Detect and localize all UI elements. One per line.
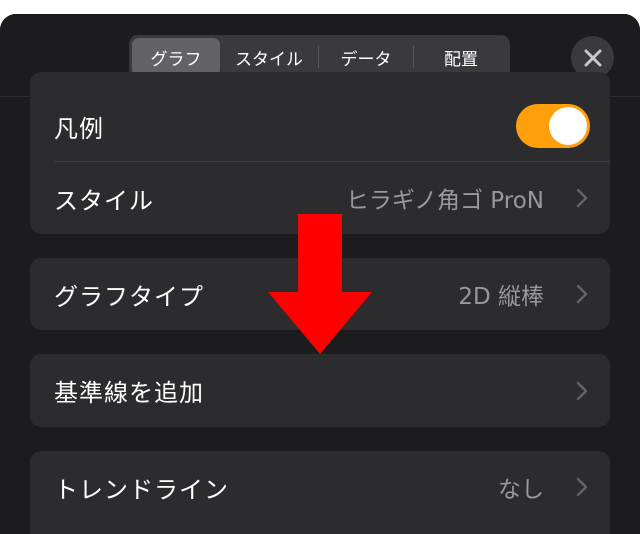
tab-data[interactable]: データ [319, 38, 413, 76]
chevron-right-icon [576, 284, 588, 304]
legend-toggle[interactable] [516, 104, 590, 148]
clipped-row-top [30, 72, 610, 90]
trendline-value: なし [498, 477, 544, 503]
legend-row: 凡例 [30, 90, 610, 162]
tab-arrange[interactable]: 配置 [414, 38, 508, 76]
add-baseline-label: 基準線を追加 [54, 379, 204, 407]
tab-style[interactable]: スタイル [220, 38, 318, 76]
chevron-right-icon [576, 188, 588, 208]
trendline-label: トレンドライン [54, 475, 229, 504]
trendline-row[interactable]: トレンドライン なし [30, 451, 610, 523]
legend-style-group: 凡例 スタイル ヒラギノ角ゴ ProN [30, 72, 610, 234]
add-baseline-row[interactable]: 基準線を追加 [30, 354, 610, 427]
style-value: ヒラギノ角ゴ ProN [345, 188, 544, 214]
chart-type-value: 2D 縦棒 [458, 284, 544, 310]
trendline-group: トレンドライン なし [30, 451, 610, 534]
add-baseline-group: 基準線を追加 [30, 354, 610, 427]
tab-graph[interactable]: グラフ [132, 38, 220, 76]
down-arrow-annotation-icon [268, 214, 372, 354]
style-label: スタイル [54, 186, 154, 215]
close-x-icon [584, 49, 601, 66]
chart-type-label: グラフタイプ [54, 282, 204, 311]
chevron-right-icon [576, 381, 588, 400]
chart-settings-panel: グラフ スタイル データ 配置 凡例 スタイル ヒラギノ角ゴ ProN グラフタ… [0, 14, 640, 534]
legend-label: 凡例 [54, 114, 104, 143]
chevron-right-icon [576, 477, 588, 497]
toggle-knob [549, 107, 587, 145]
